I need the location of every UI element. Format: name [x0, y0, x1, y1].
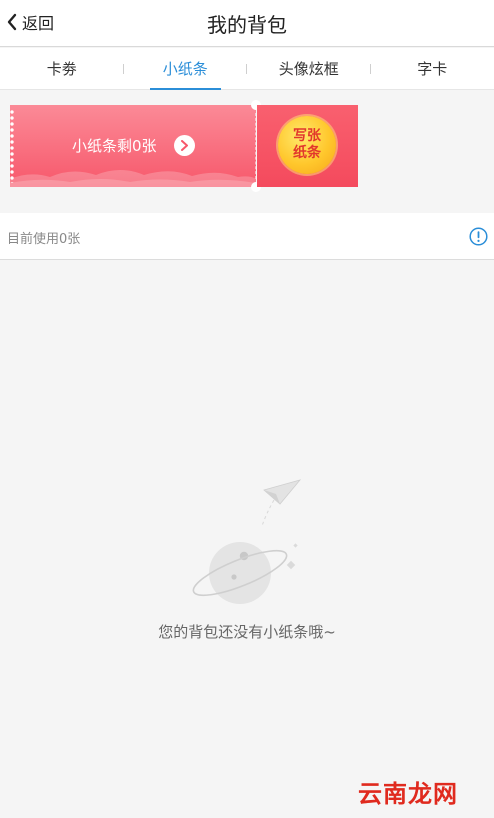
page-title: 我的背包 [207, 13, 287, 37]
tab-word-cards[interactable]: 字卡 [371, 48, 494, 89]
tab-label: 头像炫框 [278, 60, 339, 78]
cloud-decoration-icon [10, 170, 256, 187]
write-note-label-line2: 纸条 [293, 145, 321, 161]
info-icon[interactable] [469, 227, 488, 246]
tab-notes[interactable]: 小纸条 [124, 48, 247, 90]
usage-count-text: 目前使用0张 [7, 232, 81, 247]
write-note-button[interactable]: 写张 纸条 [278, 116, 336, 174]
tab-label: 卡劵 [46, 60, 77, 78]
note-ticket-card[interactable]: 小纸条剩0张 写张 纸条 [10, 100, 358, 192]
notes-remaining-text: 小纸条剩0张 [72, 137, 157, 155]
usage-status-row: 目前使用0张 [0, 213, 494, 260]
tab-bar: 卡劵 小纸条 头像炫框 字卡 [0, 48, 494, 90]
empty-planet-illustration-icon [192, 479, 302, 604]
top-bar: 返回 我的背包 [0, 0, 494, 47]
ticket-left-panel: 小纸条剩0张 [10, 105, 256, 187]
tab-label: 字卡 [417, 60, 448, 78]
write-note-label-line1: 写张 [293, 128, 321, 144]
watermark-logo: 云南龙网 [358, 779, 458, 808]
tab-avatar-frames[interactable]: 头像炫框 [247, 48, 371, 89]
chevron-right-icon[interactable] [174, 135, 195, 156]
tab-label: 小纸条 [162, 60, 208, 78]
tab-coupons[interactable]: 卡劵 [0, 48, 124, 89]
empty-state-message: 您的背包还没有小纸条哦~ [158, 623, 336, 641]
